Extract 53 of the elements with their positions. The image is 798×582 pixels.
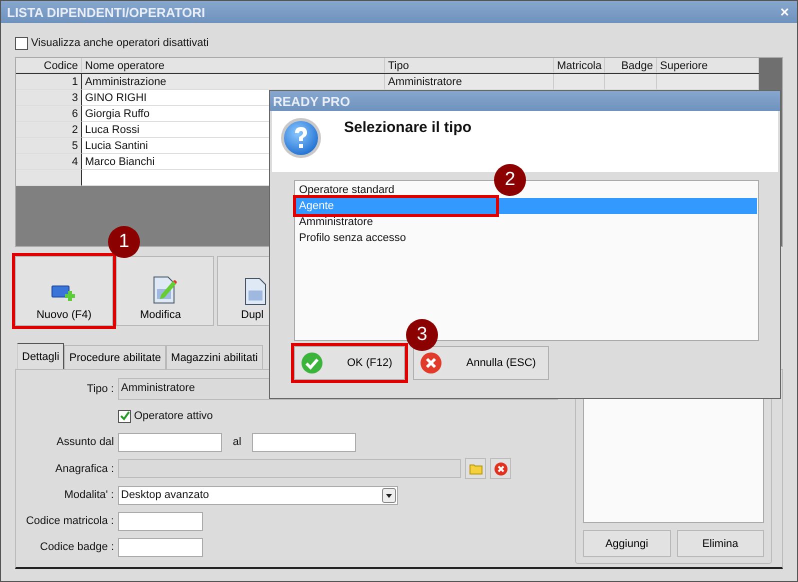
checkbox-label: Operatore attivo	[134, 410, 213, 422]
field-label: al	[232, 436, 242, 448]
date-field[interactable]	[118, 432, 222, 452]
field-label: Codice matricola :	[24, 515, 114, 527]
column-header[interactable]: Tipo	[385, 58, 554, 73]
column-header[interactable]: Nome operatore	[82, 58, 385, 73]
field-label: Codice badge :	[39, 541, 114, 553]
table-cell: 4	[16, 154, 82, 170]
folder-icon	[468, 462, 482, 474]
tab[interactable]: Magazzini abilitati	[166, 345, 263, 369]
field-label: Assunto dal	[56, 436, 114, 448]
close-icon	[420, 352, 442, 374]
browse-button[interactable]	[465, 458, 486, 479]
panel-button[interactable]: Elimina	[676, 530, 764, 557]
clear-button[interactable]	[490, 458, 511, 479]
checkbox[interactable]	[15, 36, 28, 50]
list-item[interactable]: Profilo senza accesso	[296, 230, 757, 246]
column-header[interactable]: Badge	[605, 58, 657, 73]
table-cell: Amministratore	[388, 76, 462, 88]
table-cell: 2	[16, 122, 82, 138]
table-cell: 5	[16, 138, 82, 154]
panel-button[interactable]: Aggiungi	[583, 530, 670, 557]
toolbar-button[interactable]: Modifica	[116, 256, 214, 326]
window-title: LISTA DIPENDENTI/OPERATORI	[7, 4, 206, 20]
checkmark-icon	[301, 352, 323, 374]
text-field[interactable]	[118, 512, 203, 530]
date-field[interactable]	[252, 432, 356, 452]
dialog-title: READY PRO	[270, 91, 780, 111]
tab[interactable]: Dettagli	[17, 343, 64, 369]
column-header[interactable]: Matricola	[554, 58, 605, 73]
dialog-button[interactable]: OK (F12)	[294, 346, 406, 380]
dialog-button[interactable]: Annulla (ESC)	[413, 346, 549, 380]
table-row[interactable]: 1 Amministrazione Amministratore	[16, 74, 759, 90]
mode-dropdown[interactable]: Desktop avanzato	[118, 486, 398, 504]
document-icon	[244, 278, 266, 305]
toolbar-button[interactable]: Nuovo (F4)	[15, 256, 113, 326]
field-label: Anagrafica :	[54, 462, 114, 474]
close-icon	[494, 462, 508, 476]
text-field[interactable]	[118, 538, 203, 556]
tab[interactable]: Procedure abilitate	[64, 345, 166, 369]
table-cell: 1	[16, 74, 82, 90]
checkbox[interactable]	[118, 410, 131, 422]
registry-field[interactable]	[118, 459, 461, 478]
field-label: Modalita' :	[63, 489, 114, 501]
caret-icon	[382, 488, 396, 502]
document-pencil-icon	[152, 275, 178, 305]
question-icon	[280, 117, 322, 159]
table-cell: 6	[16, 106, 82, 122]
checkbox-label: Visualizza anche operatori disattivati	[31, 37, 209, 49]
field-label: Tipo :	[86, 383, 114, 395]
list-item[interactable]: Amministratore	[296, 214, 757, 230]
table-cell: 3	[16, 90, 82, 106]
column-header[interactable]: Codice	[16, 58, 82, 73]
